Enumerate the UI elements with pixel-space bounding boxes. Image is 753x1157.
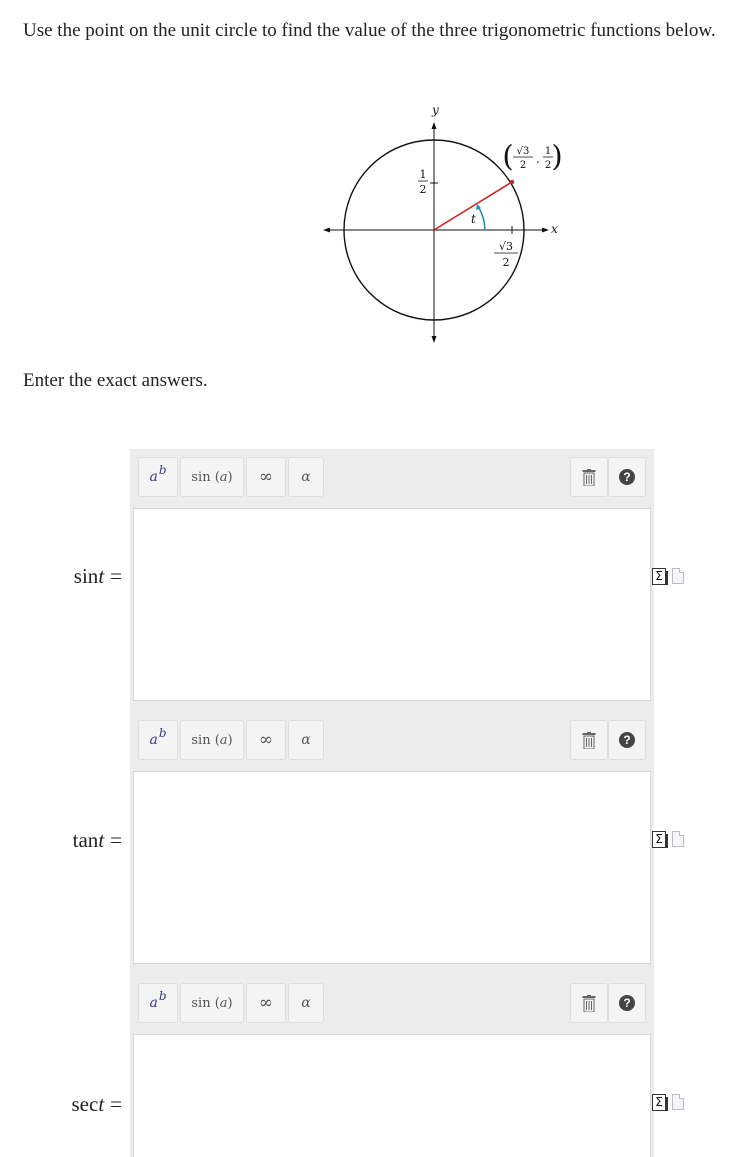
exponent-button[interactable]: ab — [138, 720, 178, 760]
angle-label: t — [471, 212, 476, 226]
function-name: tan — [72, 828, 99, 852]
point-x-denominator: 2 — [520, 160, 526, 171]
trig-func-text: sin — [191, 469, 211, 485]
tan-t-math-editor: ab sin (a) ∞ α ? — [130, 712, 654, 977]
greek-letters-button[interactable]: α — [288, 720, 324, 760]
trash-icon — [582, 731, 596, 749]
exponent-base: a — [149, 732, 158, 748]
point-comma: , — [536, 154, 539, 165]
sin-t-answer-input[interactable] — [133, 508, 651, 701]
editor-toolbar: ab sin (a) ∞ α ? — [130, 712, 654, 770]
variable-name: t — [98, 1092, 105, 1116]
clear-button[interactable] — [570, 983, 608, 1023]
point-label: ( √3 2 , 1 2 ) — [502, 139, 562, 173]
question-prompt: Use the point on the unit circle to find… — [23, 20, 716, 41]
y-tick-denominator: 2 — [420, 183, 427, 196]
sec-t-side-icons: Σ — [652, 1093, 688, 1113]
x-tick-numerator: √3 — [499, 240, 513, 253]
question-circle-icon: ? — [619, 469, 635, 485]
unit-circle-diagram: x y t 1 2 √3 2 ( √3 2 , 1 2 ) — [323, 103, 563, 343]
equals-sign: = — [110, 1092, 122, 1116]
terminal-point — [509, 179, 515, 185]
function-name: sec — [71, 1092, 99, 1116]
trig-arg-text: a — [219, 732, 228, 748]
document-icon[interactable] — [672, 1094, 684, 1110]
x-axis-left-arrow — [323, 227, 330, 233]
equation-editor-icon[interactable]: Σ — [652, 1094, 668, 1111]
y-tick-label: 1 2 — [418, 168, 428, 196]
exponent-base: a — [149, 469, 158, 485]
sin-t-side-icons: Σ — [652, 567, 688, 587]
trig-functions-button[interactable]: sin (a) — [180, 720, 244, 760]
equation-editor-icon[interactable]: Σ — [652, 568, 668, 585]
equation-editor-icon[interactable]: Σ — [652, 831, 668, 848]
trash-icon — [582, 468, 596, 486]
trig-functions-button[interactable]: sin (a) — [180, 983, 244, 1023]
editor-toolbar: ab sin (a) ∞ α ? — [130, 975, 654, 1033]
variable-name: t — [98, 564, 105, 588]
variable-name: t — [98, 828, 105, 852]
trig-arg-text: a — [219, 469, 228, 485]
trash-icon — [582, 994, 596, 1012]
tan-t-side-icons: Σ — [652, 830, 688, 850]
sec-t-math-editor: ab sin (a) ∞ α ? — [130, 975, 654, 1157]
sin-t-label: sint = — [0, 564, 122, 589]
unit-circle-figure: x y t 1 2 √3 2 ( √3 2 , 1 2 ) — [320, 100, 565, 345]
trig-functions-button[interactable]: sin (a) — [180, 457, 244, 497]
sec-t-label: sect = — [0, 1092, 122, 1117]
x-axis-label: x — [551, 222, 558, 236]
clear-button[interactable] — [570, 720, 608, 760]
exponent-base: a — [149, 995, 158, 1011]
exponent-superscript: b — [158, 463, 167, 477]
question-circle-icon: ? — [619, 732, 635, 748]
document-icon[interactable] — [672, 568, 684, 584]
x-tick-denominator: 2 — [503, 256, 510, 269]
svg-text:): ) — [551, 139, 562, 173]
x-tick-label: √3 2 — [494, 240, 518, 269]
sin-t-math-editor: ab sin (a) ∞ α ? — [130, 449, 654, 714]
y-tick-numerator: 1 — [420, 168, 427, 181]
function-name: sin — [73, 564, 99, 588]
point-y-denominator: 2 — [545, 160, 551, 171]
greek-letters-button[interactable]: α — [288, 457, 324, 497]
point-x-numerator: √3 — [517, 146, 530, 157]
svg-text:(: ( — [502, 139, 513, 173]
equals-sign: = — [110, 828, 122, 852]
instruction-text: Enter the exact answers. — [23, 370, 208, 391]
document-icon[interactable] — [672, 831, 684, 847]
help-button[interactable]: ? — [608, 457, 646, 497]
y-axis-label: y — [431, 103, 439, 117]
y-axis-top-arrow — [431, 122, 437, 129]
infinity-button[interactable]: ∞ — [246, 457, 286, 497]
x-axis-right-arrow — [542, 227, 549, 233]
clear-button[interactable] — [570, 457, 608, 497]
trig-func-text: sin — [191, 995, 211, 1011]
trig-arg-text: a — [219, 995, 228, 1011]
sec-t-answer-input[interactable] — [133, 1034, 651, 1157]
exponent-superscript: b — [158, 726, 167, 740]
y-axis-bottom-arrow — [431, 336, 437, 343]
angle-arc — [477, 205, 486, 231]
equals-sign: = — [110, 564, 122, 588]
help-button[interactable]: ? — [608, 983, 646, 1023]
question-circle-icon: ? — [619, 995, 635, 1011]
editor-toolbar: ab sin (a) ∞ α ? — [130, 449, 654, 507]
point-y-numerator: 1 — [545, 146, 551, 157]
infinity-button[interactable]: ∞ — [246, 983, 286, 1023]
greek-letters-button[interactable]: α — [288, 983, 324, 1023]
trig-func-text: sin — [191, 732, 211, 748]
tan-t-answer-input[interactable] — [133, 771, 651, 964]
exponent-button[interactable]: ab — [138, 983, 178, 1023]
tan-t-label: tant = — [0, 828, 122, 853]
exponent-button[interactable]: ab — [138, 457, 178, 497]
help-button[interactable]: ? — [608, 720, 646, 760]
exponent-superscript: b — [158, 989, 167, 1003]
infinity-button[interactable]: ∞ — [246, 720, 286, 760]
